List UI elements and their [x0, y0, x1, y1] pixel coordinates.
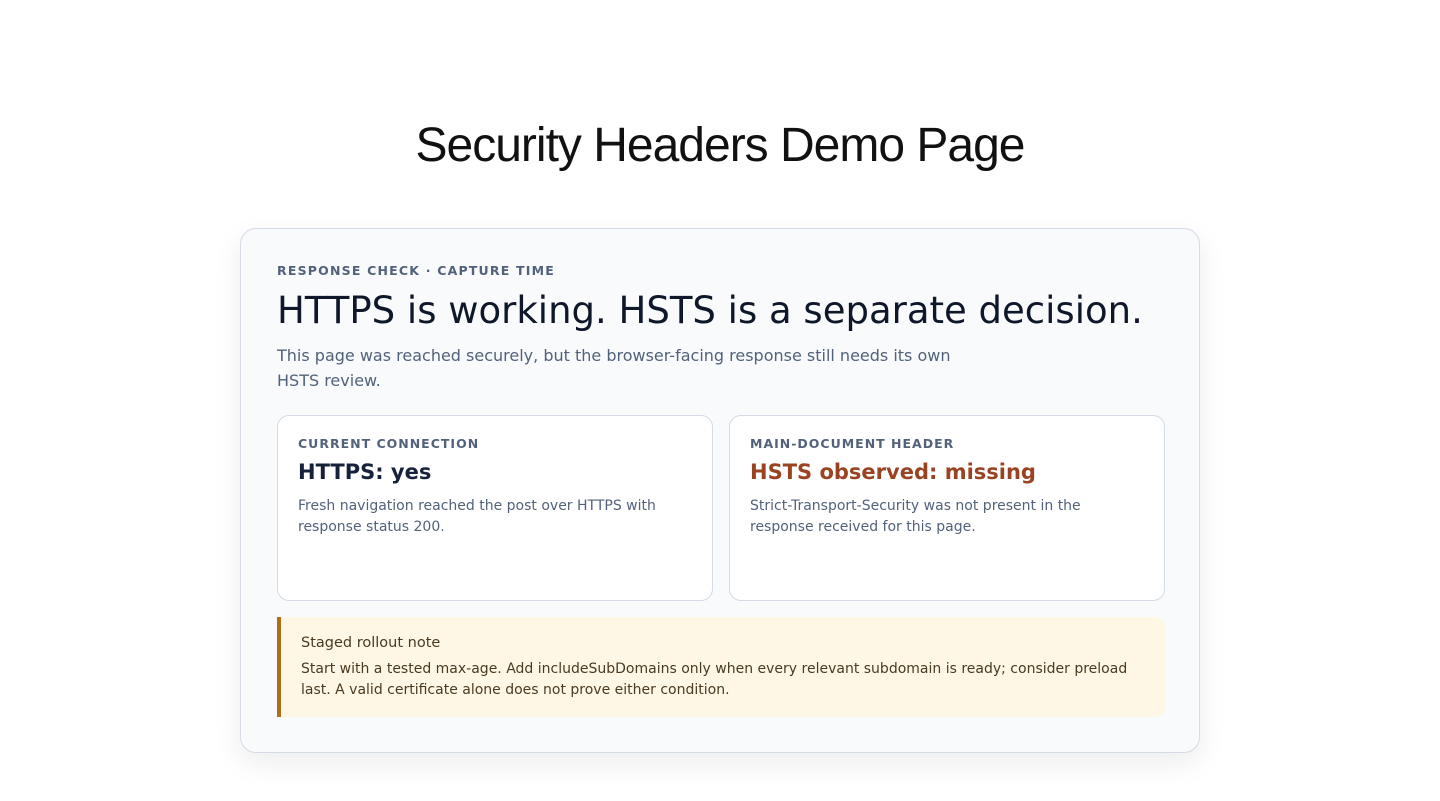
rollout-note-title: Staged rollout note [301, 635, 441, 651]
card-headline: HTTPS is working. HSTS is a separate dec… [277, 289, 1143, 332]
rollout-note-body: Start with a tested max-age. Add include… [301, 661, 1128, 698]
connection-panel-label: CURRENT CONNECTION [298, 436, 480, 451]
connection-panel-description: Fresh navigation reached the post over H… [298, 498, 656, 535]
card-eyebrow: RESPONSE CHECK · CAPTURE TIME [277, 263, 555, 278]
connection-panel-value: HTTPS: yes [298, 460, 432, 484]
header-panel: MAIN-DOCUMENT HEADER HSTS observed: miss… [729, 415, 1165, 601]
rollout-note: Staged rollout note Start with a tested … [277, 617, 1165, 717]
connection-panel: CURRENT CONNECTION HTTPS: yes Fresh navi… [277, 415, 713, 601]
card-lead-text: This page was reached securely, but the … [277, 346, 951, 390]
response-check-card: RESPONSE CHECK · CAPTURE TIME HTTPS is w… [240, 228, 1200, 753]
header-panel-description: Strict-Transport-Security was not presen… [750, 498, 1081, 535]
header-panel-value: HSTS observed: missing [750, 460, 1036, 484]
page-title: Security Headers Demo Page [415, 119, 1026, 172]
header-panel-label: MAIN-DOCUMENT HEADER [750, 436, 955, 451]
